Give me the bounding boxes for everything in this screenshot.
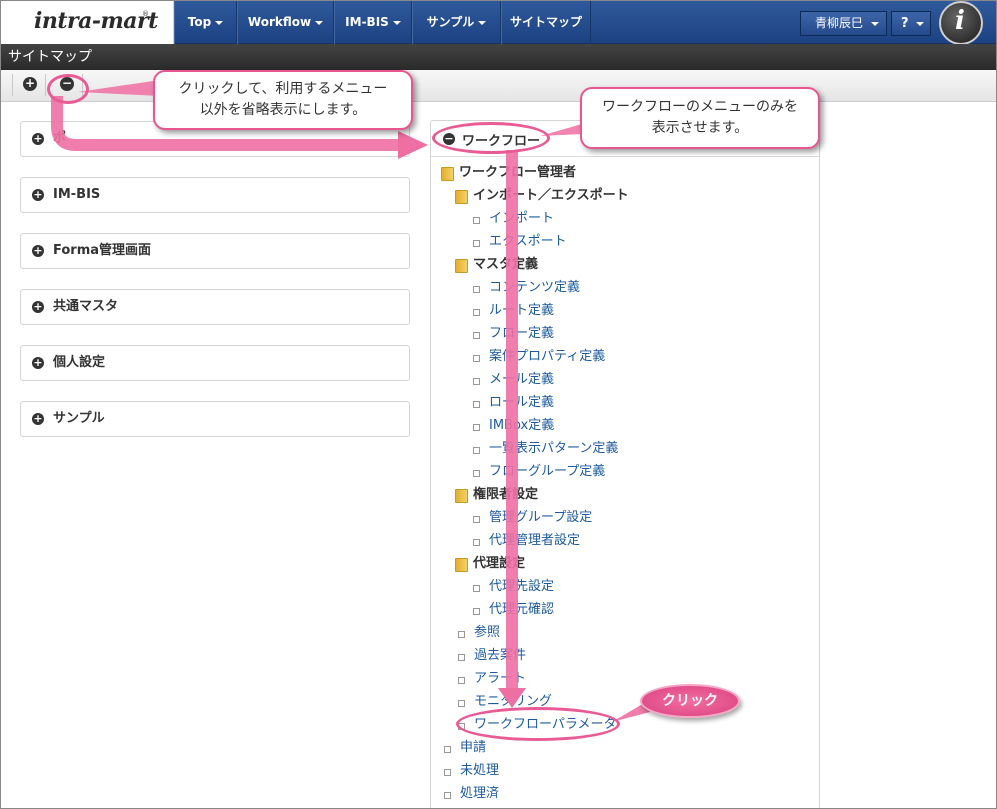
tree-link-list-pattern-definition[interactable]: 一覧表示パターン定義 <box>473 440 618 458</box>
tree-link-processed[interactable]: 処理済 <box>444 785 499 803</box>
logo-registered-mark: ® <box>142 10 149 18</box>
tree-link-proxy-source-check[interactable]: 代理元確認 <box>473 601 554 619</box>
tree-folder-import-export: インポート／エクスポート <box>455 187 629 205</box>
tree-folder-proxy-settings: 代理設定 <box>455 555 525 573</box>
tree-link-reference[interactable]: 参照 <box>458 624 500 642</box>
panel-title: ワークフロー <box>462 134 541 149</box>
plus-circle-icon: + <box>32 132 44 145</box>
chevron-down-icon <box>478 20 487 25</box>
toolbar-divider <box>12 74 13 96</box>
help-menu-button[interactable]: ? <box>891 11 931 36</box>
intra-mart-logo[interactable]: intra-mart ® <box>0 0 174 44</box>
tree-link-proxy-target-settings[interactable]: 代理先設定 <box>473 578 554 596</box>
tree-link-matter-property-definition[interactable]: 案件プロパティ定義 <box>473 348 605 366</box>
sitemap-panel-common-master[interactable]: + 共通マスタ <box>20 289 410 325</box>
global-navbar: intra-mart ® Top Workflow IM-BIS サンプル サイ… <box>0 0 997 45</box>
tree-link-apply[interactable]: 申請 <box>444 739 486 757</box>
tree-link-flow-group-definition[interactable]: フローグループ定義 <box>473 463 605 481</box>
tree-link-flow-definition[interactable]: フロー定義 <box>473 325 554 343</box>
nav-sitemap-label: サイトマップ <box>509 15 582 29</box>
sitemap-panel-personal-settings[interactable]: + 個人設定 <box>20 345 410 381</box>
chevron-down-icon <box>916 22 924 26</box>
tree-folder-workflow-admin: ワークフロー管理者 <box>441 164 576 182</box>
collapse-all-button[interactable]: − <box>60 77 74 91</box>
callout-workflow: ワークフローのメニューのみを 表示させます。 <box>580 87 820 149</box>
tree-link-workflow-parameters[interactable]: ワークフローパラメータ <box>458 716 616 734</box>
nav-im-bis[interactable]: IM-BIS <box>334 0 412 44</box>
plus-circle-icon: + <box>32 300 44 313</box>
tree-link-route-definition[interactable]: ルート定義 <box>473 302 554 320</box>
nav-top[interactable]: Top <box>174 0 237 44</box>
plus-circle-icon: + <box>32 244 44 257</box>
tree-link-unprocessed[interactable]: 未処理 <box>444 762 499 780</box>
panel-title: 共通マスタ <box>53 299 119 314</box>
tree-link-import[interactable]: インポート <box>473 210 554 228</box>
chevron-down-icon <box>315 20 324 25</box>
nav-workflow[interactable]: Workflow <box>237 0 334 44</box>
sitemap-panel-sample[interactable]: + サンプル <box>20 401 410 437</box>
chevron-down-icon <box>215 20 224 25</box>
expand-all-button[interactable]: + <box>23 77 37 91</box>
tree-link-content-definition[interactable]: コンテンツ定義 <box>473 279 580 297</box>
panel-title: Forma管理画面 <box>53 243 152 258</box>
page-title: サイトマップ <box>0 44 997 70</box>
nav-sample[interactable]: サンプル <box>412 0 501 44</box>
tree-folder-authority-settings: 権限者設定 <box>455 486 538 504</box>
nav-sample-label: サンプル <box>426 15 475 29</box>
callout-collapse: クリックして、利用するメニュー 以外を省略表示にします。 <box>153 70 413 130</box>
chevron-down-icon <box>392 20 401 25</box>
plus-circle-icon: + <box>32 412 44 425</box>
nav-sitemap[interactable]: サイトマップ <box>501 0 591 44</box>
nav-workflow-label: Workflow <box>247 15 312 29</box>
help-label: ? <box>901 16 909 31</box>
plus-circle-icon: + <box>32 356 44 369</box>
sitemap-panel-im-bis[interactable]: + IM-BIS <box>20 177 410 213</box>
nav-top-label: Top <box>187 15 212 29</box>
brand-icon-letter: i <box>955 6 965 36</box>
user-name: 青柳辰巳 <box>815 16 864 30</box>
toolbar-divider <box>45 74 46 96</box>
tree-link-monitoring[interactable]: モニタリング <box>458 693 552 711</box>
tree-link-alert[interactable]: アラート <box>458 670 526 688</box>
nav-im-bis-label: IM-BIS <box>345 15 389 29</box>
panel-title: IM-BIS <box>53 187 101 202</box>
sitemap-toolbar: + − <box>0 70 997 102</box>
intra-mart-i-icon[interactable]: i <box>939 1 983 45</box>
tree-link-admin-group-settings[interactable]: 管理グループ設定 <box>473 509 592 527</box>
sitemap-panel-forma[interactable]: + Forma管理画面 <box>20 233 410 269</box>
user-menu-button[interactable]: 青柳辰巳 <box>800 11 887 36</box>
toolbar-divider <box>82 74 83 96</box>
sitemap-panel-workflow: − ワークフロー ワークフロー管理者 インポート／エクスポート インポート エク… <box>430 120 820 809</box>
tree-link-mail-definition[interactable]: メール定義 <box>473 371 554 389</box>
callout-click: クリック <box>640 684 740 718</box>
tree-link-proxy-admin-settings[interactable]: 代理管理者設定 <box>473 532 580 550</box>
minus-circle-icon: − <box>443 132 455 145</box>
tree-link-export[interactable]: エクスポート <box>473 233 567 251</box>
logo-text: intra-mart <box>34 8 158 34</box>
panel-title: ポ <box>53 131 67 146</box>
tree-link-imbox-definition[interactable]: IMBox定義 <box>473 417 554 435</box>
plus-circle-icon: + <box>32 188 44 201</box>
chevron-down-icon <box>871 22 879 26</box>
tree-folder-master-definition: マスタ定義 <box>455 256 538 274</box>
tree-link-past-matters[interactable]: 過去案件 <box>458 647 526 665</box>
panel-title: サンプル <box>53 411 105 426</box>
panel-title: 個人設定 <box>53 355 106 370</box>
tree-link-role-definition[interactable]: ロール定義 <box>473 394 554 412</box>
